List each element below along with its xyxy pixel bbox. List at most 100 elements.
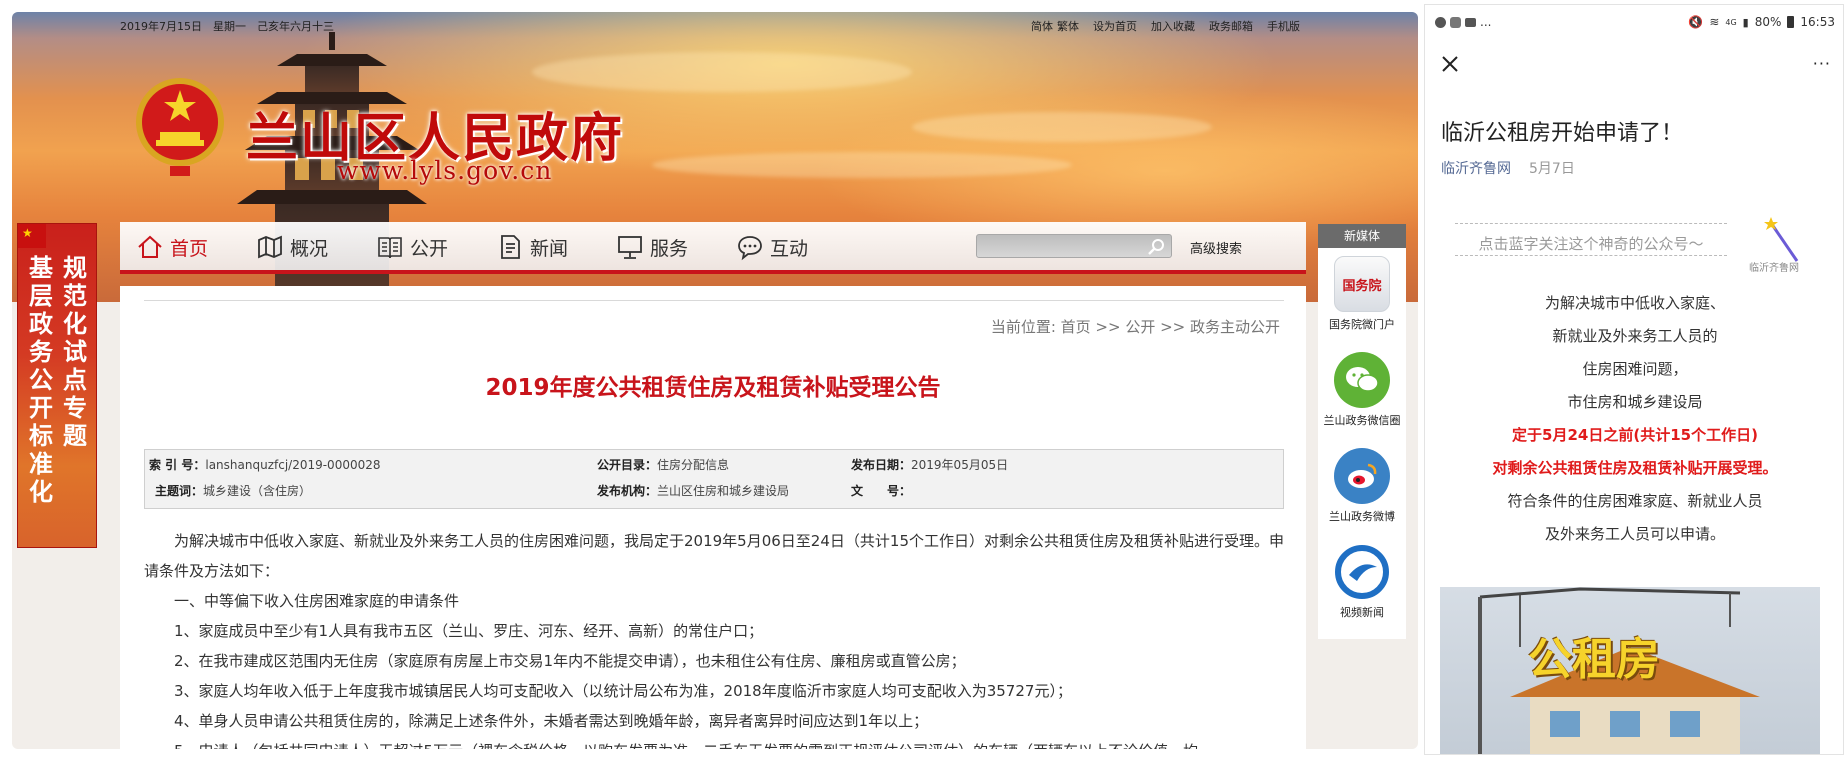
- media-video-news[interactable]: 视频新闻: [1318, 544, 1406, 620]
- map-icon: [258, 235, 282, 259]
- book-icon: [378, 237, 402, 259]
- app-notification-icon: [1450, 16, 1461, 28]
- meta-topic: 主题词：城乡建设（含住房）: [155, 484, 312, 498]
- home-icon: [138, 235, 162, 258]
- body-line: 符合条件的住房困难家庭、新就业人员: [1507, 492, 1763, 510]
- nav-service[interactable]: 服务: [616, 230, 688, 264]
- meta-index: 索 引 号：lanshanquzfcj/2019-0000028: [149, 458, 381, 472]
- account-name-link[interactable]: 临沂齐鲁网: [1441, 158, 1511, 178]
- wechat-icon: [1334, 352, 1390, 408]
- banner-text-right: 规范化试点专题: [63, 253, 87, 450]
- article-body: 为解决城市中低收入家庭、新就业及外来务工人员的住房困难问题，我局定于2019年5…: [144, 526, 1284, 749]
- body-line: 及外来务工人员可以申请。: [1544, 525, 1725, 543]
- divider: [1455, 223, 1727, 224]
- nav-interact[interactable]: 互动: [736, 230, 808, 264]
- nav-label: 新闻: [530, 237, 569, 260]
- simplified-link[interactable]: 简体: [1031, 18, 1053, 34]
- article-body: 为解决城市中低收入家庭、 新就业及外来务工人员的 住房困难问题， 市住房和城乡建…: [1425, 287, 1843, 551]
- follow-prompt[interactable]: 点击蓝字关注这个神奇的公众号～: [1455, 223, 1755, 257]
- current-date: 2019年7月15日 星期一 己亥年六月十三: [120, 20, 334, 33]
- housing-sign-text: 公租房: [1528, 634, 1660, 685]
- add-favorite-link[interactable]: 加入收藏: [1151, 18, 1195, 34]
- main-nav: 首页 概况 公开 新闻 服务 互动 高级搜索: [120, 222, 1306, 274]
- article-paragraph: 一、中等偏下收入住房困难家庭的申请条件: [174, 592, 460, 610]
- search-input[interactable]: [981, 237, 1141, 255]
- meta-date: 发布日期：2019年05月05日: [851, 458, 1009, 472]
- meta-doc-number: 文 号：: [851, 484, 912, 498]
- body-line: 为解决城市中低收入家庭、: [1544, 294, 1725, 312]
- gov-website: 兰山区人民政府 www.lyls.gov.cn 2019年7月15日 星期一 己…: [12, 12, 1418, 749]
- battery-level: 80%: [1754, 15, 1782, 29]
- nav-label: 公开: [410, 237, 449, 260]
- article-area: 当前位置: 首页 >> 公开 >> 政务主动公开 2019年度公共租赁住房及租赁…: [120, 286, 1306, 749]
- meta-org: 发布机构：兰山区住房和城乡建设局: [597, 484, 790, 498]
- article-paragraph: 3、家庭人均年收入低于上年度我市城镇居民人均可支配收入（以统计局公布为准，201…: [174, 682, 1072, 700]
- signal-icon: ▮: [1742, 15, 1749, 29]
- top-links: 简体 繁体 设为首页 加入收藏 政务邮箱 手机版: [1031, 18, 1300, 34]
- nav-label: 首页: [170, 237, 209, 260]
- chat-icon: [738, 236, 762, 261]
- divider: [1455, 255, 1727, 256]
- mute-icon: 🔇: [1688, 15, 1704, 29]
- wechat-article-screenshot: ... 🔇 ≋ 4G ▮ 80% 16:53 ··· 临沂公租房开始申请了！ 临…: [1424, 4, 1844, 755]
- app-notification-icon: [1435, 16, 1446, 28]
- breadcrumb[interactable]: 当前位置: 首页 >> 公开 >> 政务主动公开: [991, 316, 1280, 337]
- meta-catalog: 公开目录：住房分配信息: [597, 458, 730, 472]
- notification-icons: ...: [1435, 15, 1491, 29]
- status-bar: ... 🔇 ≋ 4G ▮ 80% 16:53: [1425, 5, 1843, 39]
- search-icon[interactable]: [1147, 237, 1167, 257]
- system-icons: 🔇 ≋ 4G ▮ 80% 16:53: [1688, 15, 1835, 29]
- body-line-highlight: 定于5月24日之前(共计15个工作日): [1512, 426, 1758, 444]
- media-weibo[interactable]: 兰山政务微博: [1318, 448, 1406, 524]
- body-line: 住房困难问题，: [1582, 360, 1688, 378]
- traditional-link[interactable]: 繁体: [1057, 18, 1079, 34]
- battery-icon: [1787, 16, 1795, 28]
- article-paragraph: 5、申请人（包括共同申请人）无超过5万元（裸车含税价格，以购车发票为准，二手车无…: [144, 736, 1284, 749]
- watermark: 临沂齐鲁网: [1749, 263, 1799, 274]
- advanced-search-link[interactable]: 高级搜索: [1190, 238, 1242, 257]
- clock: 16:53: [1800, 15, 1835, 29]
- nav-label: 服务: [650, 237, 689, 260]
- mobile-version-link[interactable]: 手机版: [1267, 18, 1300, 34]
- nav-label: 互动: [770, 237, 809, 260]
- nav-news[interactable]: 新闻: [496, 230, 568, 264]
- signal-label: 4G: [1725, 17, 1737, 27]
- public-rental-housing-image: 公租房: [1440, 587, 1820, 754]
- article-meta-table: 索 引 号：lanshanquzfcj/2019-0000028 公开目录：住房…: [144, 449, 1284, 509]
- state-council-icon: 国务院: [1334, 256, 1390, 312]
- more-notifications: ...: [1480, 15, 1492, 29]
- article-title: 2019年度公共租赁住房及租赁补贴受理公告: [485, 375, 941, 401]
- search-box: [976, 234, 1172, 258]
- new-media-panel: 新媒体 国务院 国务院微门户 兰山政务微信圈 兰山政务微博 视频新闻: [1318, 224, 1406, 639]
- site-url: www.lyls.gov.cn: [337, 156, 553, 185]
- banner-text-left: 基层政务公开标准化: [29, 253, 53, 506]
- nav-public[interactable]: 公开: [376, 230, 448, 264]
- weibo-icon: [1334, 448, 1390, 504]
- body-line: 新就业及外来务工人员的: [1552, 327, 1718, 345]
- divider: [144, 300, 1284, 301]
- standardization-banner[interactable]: ★ 规范化试点专题 基层政务公开标准化: [17, 223, 97, 548]
- nav-label: 概况: [290, 237, 329, 260]
- nav-overview[interactable]: 概况: [256, 230, 328, 264]
- media-state-council[interactable]: 国务院 国务院微门户: [1318, 256, 1406, 332]
- article-paragraph: 4、单身人员申请公共租赁住房的，除满足上述条件外，未婚者需达到晚婚年龄，离异者离…: [174, 712, 929, 730]
- media-wechat[interactable]: 兰山政务微信圈: [1318, 352, 1406, 428]
- body-line: 市住房和城乡建设局: [1567, 393, 1703, 411]
- monitor-icon: [618, 236, 642, 259]
- set-homepage-link[interactable]: 设为首页: [1093, 18, 1137, 34]
- article-title: 临沂公租房开始申请了！: [1441, 121, 1684, 146]
- wifi-icon: ≋: [1709, 15, 1720, 29]
- wechat-topbar: ···: [1425, 39, 1843, 91]
- close-icon[interactable]: [1437, 51, 1463, 77]
- publish-date: 5月7日: [1529, 161, 1575, 177]
- national-emblem-icon: [136, 78, 224, 176]
- more-options-icon[interactable]: ···: [1813, 56, 1831, 72]
- follow-text: 点击蓝字关注这个神奇的公众号～: [1478, 235, 1704, 253]
- top-bar: 2019年7月15日 星期一 己亥年六月十三 简体 繁体 设为首页 加入收藏 政…: [12, 12, 1418, 36]
- new-media-heading: 新媒体: [1318, 224, 1406, 248]
- nav-home[interactable]: 首页: [136, 230, 208, 264]
- gov-mail-link[interactable]: 政务邮箱: [1209, 18, 1253, 34]
- body-line-highlight: 对剩余公共租赁住房及租赁补贴开展受理。: [1492, 459, 1778, 477]
- flag-icon: ★: [18, 224, 46, 248]
- message-icon: [1465, 17, 1476, 27]
